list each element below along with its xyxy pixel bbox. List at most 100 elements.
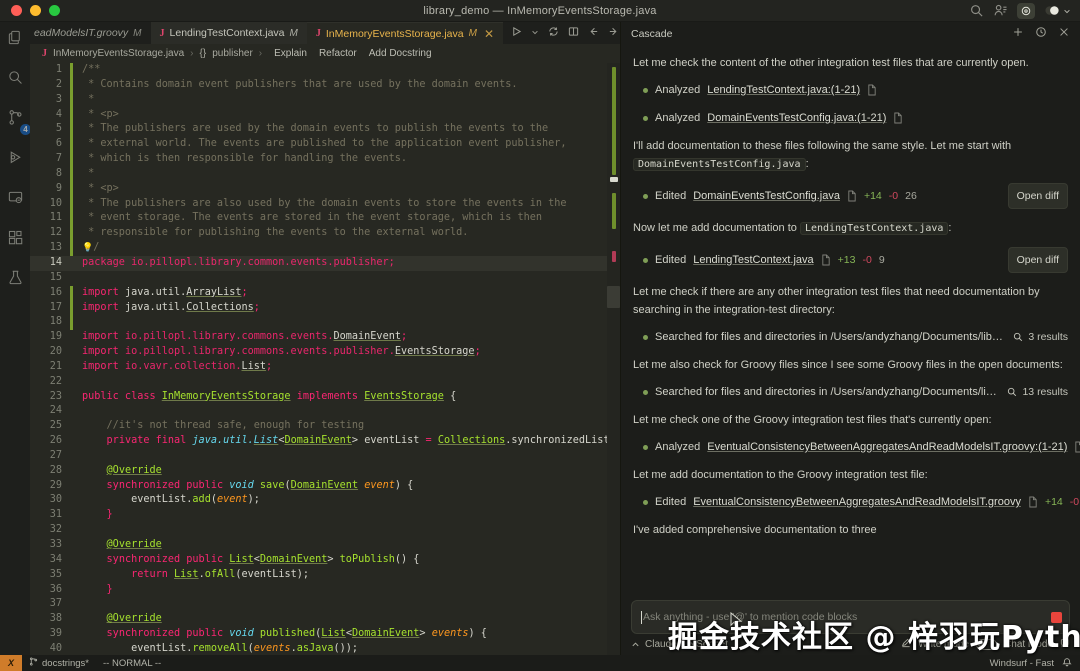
bell-icon[interactable] xyxy=(1062,657,1072,670)
code-line[interactable]: 39 synchronized public void published(Li… xyxy=(30,627,620,642)
code-line[interactable]: 32 xyxy=(30,523,620,538)
code-line[interactable]: 29 synchronized public void save(DomainE… xyxy=(30,479,620,494)
sidebar-item-extensions[interactable] xyxy=(4,229,26,251)
code-line[interactable]: 35 return List.ofAll(eventList); xyxy=(30,568,620,583)
code-line[interactable]: 20import io.pillopl.library.commons.even… xyxy=(30,345,620,360)
run-icon[interactable] xyxy=(511,26,522,40)
code-line[interactable]: 34 synchronized public List<DomainEvent>… xyxy=(30,553,620,568)
step-file-link[interactable]: EventualConsistencyBetweenAggregatesAndR… xyxy=(707,438,1067,456)
status-windsurf-label[interactable]: Windsurf - Fast xyxy=(990,658,1054,669)
code-line[interactable]: 13💡/ xyxy=(30,241,620,256)
close-icon[interactable] xyxy=(1058,25,1070,43)
code-line[interactable]: 37 xyxy=(30,597,620,612)
code-line[interactable]: 19import io.pillopl.library.commons.even… xyxy=(30,330,620,345)
status-branch[interactable]: docstrings* xyxy=(22,657,96,669)
action-add-docstring[interactable]: Add Docstring xyxy=(369,48,432,59)
cascade-step[interactable]: AnalyzedLendingTestContext.java:(1-21) xyxy=(633,81,1068,99)
plus-icon[interactable] xyxy=(1012,25,1024,43)
step-file-link[interactable]: LendingTestContext.java:(1-21) xyxy=(707,81,860,99)
code-line[interactable]: 25 //it's not thread safe, enough for te… xyxy=(30,419,620,434)
code-line[interactable]: 28 @Override xyxy=(30,464,620,479)
code-line[interactable]: 16import java.util.ArrayList; xyxy=(30,286,620,301)
editor-tab-groovy[interactable]: eadModelsIT.groovy M xyxy=(30,22,151,44)
code-line[interactable]: 26 private final java.util.List<DomainEv… xyxy=(30,434,620,449)
cascade-conversation[interactable]: Let me check the content of the other in… xyxy=(621,46,1080,600)
code-line[interactable]: 33 @Override xyxy=(30,538,620,553)
breadcrumb-symbol[interactable]: publisher xyxy=(212,48,253,59)
cascade-step[interactable]: EditedDomainEventsTestConfig.java+14-026… xyxy=(633,183,1068,209)
editor-tab-inmemoryeventsstorage[interactable]: J InMemoryEventsStorage.java M ✕ xyxy=(307,22,503,44)
code-line[interactable]: 17import java.util.Collections; xyxy=(30,301,620,316)
code-line[interactable]: 21import io.vavr.collection.List; xyxy=(30,360,620,375)
avatar[interactable] xyxy=(1044,4,1071,17)
forward-arrow-icon[interactable] xyxy=(608,26,619,40)
chevron-down-icon[interactable] xyxy=(1063,7,1071,15)
open-diff-button[interactable]: Open diff xyxy=(1008,183,1068,209)
code-line[interactable]: 18 xyxy=(30,315,620,330)
open-diff-button[interactable]: Open diff xyxy=(1008,247,1068,273)
code-line[interactable]: 15 xyxy=(30,271,620,286)
step-file-link[interactable]: DomainEventsTestConfig.java xyxy=(693,187,840,205)
action-refactor[interactable]: Refactor xyxy=(319,48,357,59)
run-tasks-icon[interactable] xyxy=(548,26,559,40)
code-line[interactable]: 12 * responsible for publishing the even… xyxy=(30,226,620,241)
code-line[interactable]: 24 xyxy=(30,404,620,419)
sidebar-item-testing[interactable] xyxy=(4,269,26,291)
settings-gear-icon[interactable] xyxy=(1017,3,1035,19)
sidebar-item-remote-explorer[interactable] xyxy=(4,189,26,211)
minimize-window-button[interactable] xyxy=(30,5,41,16)
editor-overview-ruler[interactable] xyxy=(607,63,620,655)
code-line[interactable]: 3 * xyxy=(30,93,620,108)
code-line[interactable]: 14package io.pillopl.library.common.even… xyxy=(30,256,620,271)
model-selector[interactable]: Claude 3.5 Sonnet xyxy=(631,639,728,650)
step-file-link[interactable]: LendingTestContext.java xyxy=(693,251,813,269)
action-explain[interactable]: Explain xyxy=(274,48,307,59)
sidebar-item-explorer[interactable] xyxy=(4,29,26,51)
code-line[interactable]: 1/** xyxy=(30,63,620,78)
mode-toggle[interactable] xyxy=(976,639,997,650)
sidebar-item-run-and-debug[interactable] xyxy=(4,149,26,171)
cascade-search-step[interactable]: Searched for files and directories in /U… xyxy=(633,328,1068,346)
code-line[interactable]: 22 xyxy=(30,375,620,390)
cascade-search-step[interactable]: Searched for files and directories in /U… xyxy=(633,383,1068,401)
code-line[interactable]: 8 * xyxy=(30,167,620,182)
cascade-step[interactable]: AnalyzedEventualConsistencyBetweenAggreg… xyxy=(633,438,1068,456)
sidebar-item-search[interactable] xyxy=(4,69,26,91)
accounts-icon[interactable] xyxy=(993,3,1008,18)
code-line[interactable]: 4 * <p> xyxy=(30,108,620,123)
chevron-down-icon[interactable] xyxy=(531,27,539,39)
code-line[interactable]: 23public class InMemoryEventsStorage imp… xyxy=(30,390,620,405)
code-line[interactable]: 7 * which is then responsible for handli… xyxy=(30,152,620,167)
back-arrow-icon[interactable] xyxy=(588,26,599,40)
chat-bubble-icon[interactable] xyxy=(1060,638,1070,651)
close-window-button[interactable] xyxy=(11,5,22,16)
code-line[interactable]: 5 * The publishers are used by the domai… xyxy=(30,122,620,137)
code-line[interactable]: 2 * Contains domain event publishers tha… xyxy=(30,78,620,93)
code-line[interactable]: 11 * event storage. The events are store… xyxy=(30,211,620,226)
code-editor[interactable]: 1/**2 * Contains domain event publishers… xyxy=(30,63,620,655)
window-traffic-lights[interactable] xyxy=(0,5,60,16)
step-file-link[interactable]: EventualConsistencyBetweenAggregatesAndR… xyxy=(693,493,1021,511)
history-clock-icon[interactable] xyxy=(1035,25,1047,43)
code-line[interactable]: 9 * <p> xyxy=(30,182,620,197)
code-line[interactable]: 36 } xyxy=(30,583,620,598)
search-icon[interactable] xyxy=(969,3,984,18)
code-line[interactable]: 40 eventList.removeAll(events.asJava()); xyxy=(30,642,620,655)
cascade-step[interactable]: EditedLendingTestContext.java+13-09Open … xyxy=(633,247,1068,273)
cascade-step[interactable]: EditedEventualConsistencyBetweenAggregat… xyxy=(633,493,1068,511)
editor-tab-lendingtestcontext[interactable]: J LendingTestContext.java M xyxy=(151,22,307,44)
close-icon[interactable]: ✕ xyxy=(484,27,494,41)
maximize-window-button[interactable] xyxy=(49,5,60,16)
step-file-link[interactable]: DomainEventsTestConfig.java:(1-21) xyxy=(707,109,886,127)
write-mode-icon[interactable] xyxy=(901,638,911,651)
cascade-step[interactable]: AnalyzedDomainEventsTestConfig.java:(1-2… xyxy=(633,109,1068,127)
code-line[interactable]: 31 } xyxy=(30,508,620,523)
breadcrumb-file[interactable]: InMemoryEventsStorage.java xyxy=(53,48,184,59)
code-line[interactable]: 10 * The publishers are also used by the… xyxy=(30,197,620,212)
code-lines[interactable]: 1/**2 * Contains domain event publishers… xyxy=(30,63,620,655)
code-line[interactable]: 38 @Override xyxy=(30,612,620,627)
code-line[interactable]: 27 xyxy=(30,449,620,464)
vim-mode-badge[interactable]: X xyxy=(0,655,22,671)
split-editor-icon[interactable] xyxy=(568,26,579,40)
sidebar-item-source-control[interactable]: 4 xyxy=(4,109,26,131)
